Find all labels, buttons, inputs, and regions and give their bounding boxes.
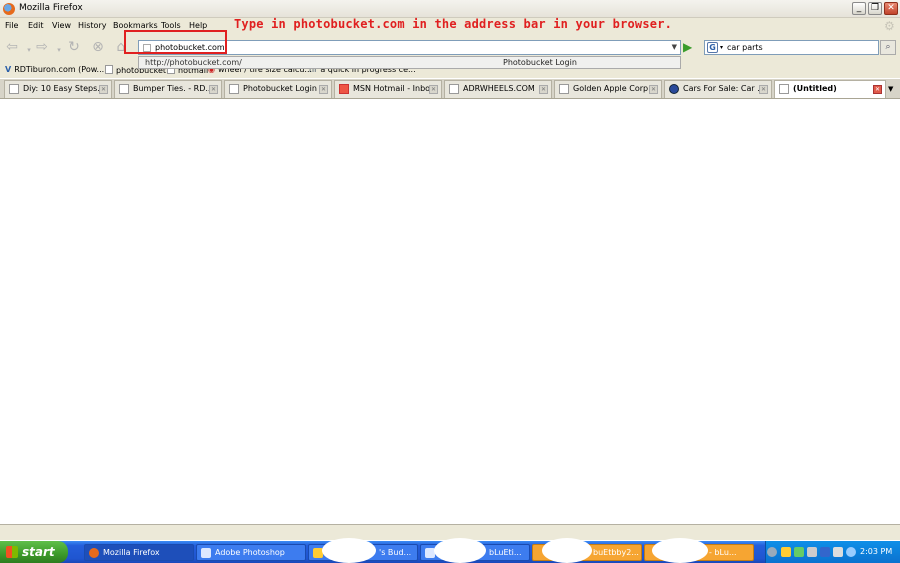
tab-close-icon[interactable]: ✕	[209, 85, 218, 94]
tab-close-icon[interactable]: ✕	[429, 85, 438, 94]
tab-close-icon[interactable]: ✕	[99, 85, 108, 94]
url-input[interactable]	[155, 41, 665, 54]
autocomplete-title[interactable]: Photobucket Login	[503, 58, 577, 67]
tab-untitled[interactable]: (Untitled) ✕	[774, 80, 886, 98]
stop-icon[interactable]: ⊗	[90, 40, 106, 54]
menu-view[interactable]: View	[52, 21, 71, 30]
task-label: bLuEti...	[489, 548, 522, 557]
tab-msn-hotmail[interactable]: MSN Hotmail - Inbox ✕	[334, 80, 442, 98]
engine-dropdown-icon[interactable]: ▾	[720, 44, 723, 51]
url-history-dropdown-icon[interactable]: ▼	[672, 43, 677, 51]
tab-bumper-ties[interactable]: Bumper Ties. - RD... ✕	[114, 80, 222, 98]
tab-close-icon[interactable]: ✕	[649, 85, 658, 94]
search-input[interactable]	[727, 41, 877, 54]
msn-butterfly-icon	[339, 84, 349, 94]
minimize-button[interactable]: _	[852, 2, 866, 15]
windows-flag-icon	[6, 546, 18, 558]
task-adobe-photoshop[interactable]: Adobe Photoshop	[196, 544, 306, 561]
firefox-icon	[89, 548, 99, 558]
page-icon	[105, 65, 113, 74]
autotrader-icon	[669, 84, 679, 94]
status-bar	[0, 524, 900, 540]
task-label: Adobe Photoshop	[215, 548, 285, 557]
menu-history[interactable]: History	[78, 21, 106, 30]
bookmark-label: RDTiburon.com (Pow...	[14, 65, 105, 74]
task-mozilla-firefox[interactable]: Mozilla Firefox	[84, 544, 194, 561]
menu-file[interactable]: File	[5, 21, 18, 30]
update-tray-icon[interactable]	[846, 547, 856, 557]
tab-label: Golden Apple Corp...	[573, 84, 656, 93]
page-content[interactable]	[0, 99, 900, 523]
tiburon-tab-icon	[9, 84, 19, 94]
menu-bookmarks[interactable]: Bookmarks	[113, 21, 158, 30]
tab-label: Bumper Ties. - RD...	[133, 84, 213, 93]
task-label: Mozilla Firefox	[103, 548, 160, 557]
task-label: 's Bud...	[379, 548, 412, 557]
tab-adrwheels[interactable]: ADRWHEELS.COM ✕	[444, 80, 552, 98]
page-icon	[449, 84, 459, 94]
tab-close-icon[interactable]: ✕	[759, 85, 768, 94]
forward-dropdown-icon[interactable]: ▾	[51, 43, 67, 57]
start-label: start	[22, 545, 55, 559]
menu-edit[interactable]: Edit	[28, 21, 44, 30]
firefox-icon	[3, 3, 15, 15]
volume-tray-icon[interactable]	[807, 547, 817, 557]
tab-cars-for-sale[interactable]: Cars For Sale: Car ... ✕	[664, 80, 772, 98]
tab-close-icon[interactable]: ✕	[539, 85, 548, 94]
display-tray-icon[interactable]	[833, 547, 843, 557]
annotation-highlight-box	[124, 30, 227, 54]
tab-close-icon[interactable]: ✕	[319, 85, 328, 94]
photobucket-tab-icon	[229, 84, 239, 94]
menu-tools[interactable]: Tools	[161, 21, 181, 30]
close-button[interactable]: ✕	[884, 2, 898, 15]
tab-close-icon[interactable]: ✕	[873, 85, 882, 94]
tab-diy[interactable]: Diy: 10 Easy Steps... ✕	[4, 80, 112, 98]
tiburon-logo-icon: V	[5, 65, 12, 74]
back-arrow-icon[interactable]: ⇦	[4, 40, 20, 54]
window-title-bar: Mozilla Firefox _ ❐ ✕	[0, 0, 900, 18]
tab-label: Photobucket Login	[243, 84, 317, 93]
window-title: Mozilla Firefox	[19, 3, 83, 13]
tab-label: Cars For Sale: Car ...	[683, 84, 765, 93]
redaction-blot	[652, 538, 708, 563]
throbber-icon: ⚙	[884, 19, 895, 33]
photoshop-icon	[201, 548, 211, 558]
go-arrow-icon[interactable]: ▶	[683, 40, 697, 55]
autocomplete-url[interactable]: http://photobucket.com/	[145, 58, 242, 67]
annotation-instruction: Type in photobucket.com in the address b…	[234, 17, 673, 31]
start-button[interactable]: start	[0, 541, 68, 563]
redaction-blot	[542, 538, 592, 563]
task-label: buEtbby2...	[593, 548, 639, 557]
reload-icon[interactable]: ↻	[66, 40, 82, 54]
redaction-blot	[434, 538, 486, 563]
google-search-engine-icon[interactable]: G	[707, 42, 718, 53]
forward-arrow-icon[interactable]: ⇨	[34, 40, 50, 54]
clock[interactable]: 2:03 PM	[860, 547, 892, 556]
search-bar[interactable]: G ▾	[704, 40, 879, 55]
tab-label: Diy: 10 Easy Steps...	[23, 84, 105, 93]
bookmark-rdtiburon[interactable]: V RDTiburon.com (Pow...	[5, 65, 104, 74]
tab-label: MSN Hotmail - Inbox	[353, 84, 435, 93]
security-tray-icon[interactable]	[820, 547, 830, 557]
tab-photobucket[interactable]: Photobucket Login ✕	[224, 80, 332, 98]
menu-help[interactable]: Help	[189, 21, 207, 30]
redaction-blot	[322, 538, 376, 563]
tab-list-dropdown-icon[interactable]: ▼	[888, 85, 893, 93]
tab-golden-apple[interactable]: Golden Apple Corp... ✕	[554, 80, 662, 98]
tray-collapse-icon[interactable]	[767, 547, 777, 557]
tiburon-tab-icon	[119, 84, 129, 94]
tab-label: ADRWHEELS.COM	[463, 84, 535, 93]
maximize-button[interactable]: ❐	[868, 2, 882, 15]
page-icon	[559, 84, 569, 94]
network-tray-icon[interactable]	[794, 547, 804, 557]
task-label: - bLu...	[709, 548, 737, 557]
tab-label: (Untitled)	[793, 84, 837, 93]
url-autocomplete-popup[interactable]: http://photobucket.com/ Photobucket Logi…	[138, 56, 681, 69]
search-magnifier-icon[interactable]: ⌕	[880, 40, 896, 55]
page-icon	[779, 84, 789, 94]
aim-tray-icon[interactable]	[781, 547, 791, 557]
